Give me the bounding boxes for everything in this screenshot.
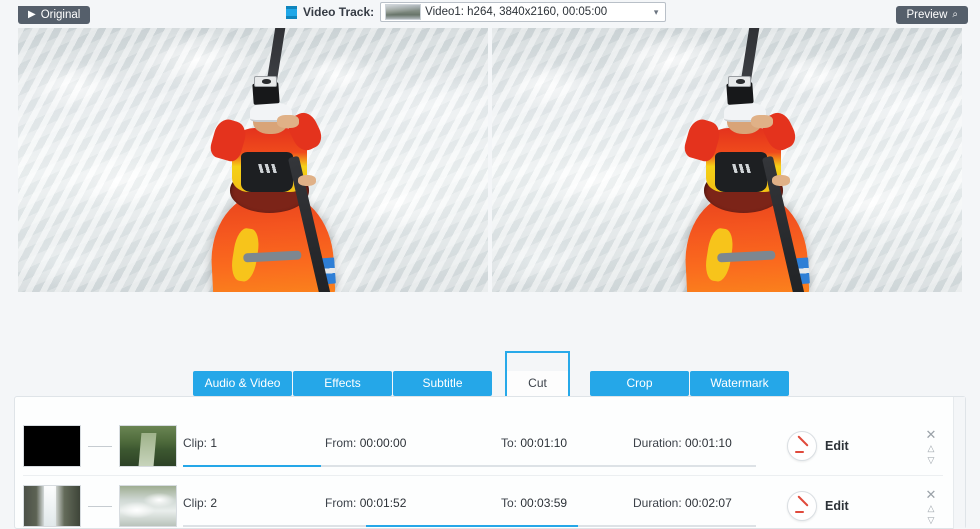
- top-bar: ▶ Original Video Track: Video1: h264, 38…: [0, 0, 980, 24]
- table-row[interactable]: Clip: 1 From: 00:00:00 To: 00:01:10 Dura…: [23, 417, 943, 475]
- gopro-camera: [253, 75, 278, 88]
- editor-tab-bar: Audio & Video Effects Subtitle Cut Crop …: [0, 371, 980, 397]
- preview-pane-label: Preview: [906, 9, 948, 21]
- gopro-lens: [262, 79, 272, 84]
- clip-to-label: To:: [501, 436, 518, 450]
- clip-range-bar: [183, 465, 756, 467]
- gopro-lens: [736, 79, 746, 84]
- vest-logo: [716, 163, 768, 173]
- thumbnail-separator: [88, 445, 112, 447]
- clip-index-value: 1: [210, 436, 218, 450]
- clip-thumbnails: [23, 425, 183, 467]
- triangle-up-icon[interactable]: △: [928, 443, 935, 453]
- clip-duration-label: Duration:: [633, 496, 682, 510]
- triangle-down-icon[interactable]: ▽: [928, 455, 935, 465]
- clip-row-controls: ✕ △ ▽: [919, 488, 943, 525]
- gopro-camera: [727, 75, 752, 88]
- triangle-down-icon[interactable]: ▽: [928, 515, 935, 525]
- transport-bar: 00:04:21 00:01:52 00:03:59 00:05:00 + ✂ …: [0, 292, 980, 350]
- clip-edit-control[interactable]: Edit: [787, 491, 919, 521]
- clip-to-value: 00:01:10: [520, 436, 568, 450]
- clip-to-value: 00:03:59: [520, 496, 568, 510]
- preview-pane-tag[interactable]: Preview ⌕: [896, 6, 968, 24]
- clip-to-field[interactable]: To: 00:03:59: [501, 496, 567, 510]
- video-editor-window: ▶ Original Video Track: Video1: h264, 38…: [0, 0, 980, 529]
- original-pane-label: Original: [40, 9, 81, 21]
- clip-end-thumbnail: [119, 425, 177, 467]
- clip-fields: Clip: 2 From: 00:01:52 To: 00:03:59 Dura…: [183, 485, 773, 527]
- pencil-icon[interactable]: [787, 431, 817, 461]
- clip-row-controls: ✕ △ ▽: [919, 428, 943, 465]
- close-x-icon[interactable]: ✕: [926, 488, 937, 501]
- film-strip-icon: [286, 5, 297, 19]
- video-preview-area: [0, 24, 980, 292]
- clip-duration-label: Duration:: [633, 436, 682, 450]
- original-video-frame: [18, 28, 488, 292]
- video-track-dropdown[interactable]: Video1: h264, 3840x2160, 00:05:00 ▾: [380, 2, 667, 22]
- paddler-upper-hand: [277, 115, 299, 129]
- clip-range-bar: [183, 525, 756, 527]
- clip-duration-field: Duration: 00:02:07: [633, 496, 732, 510]
- clip-list-panel: Clip: 1 From: 00:00:00 To: 00:01:10 Dura…: [14, 396, 966, 529]
- clip-from-field[interactable]: From: 00:01:52: [325, 496, 406, 510]
- clip-from-label: From:: [325, 436, 357, 450]
- clip-index-label: Clip:: [183, 436, 208, 450]
- clip-start-thumbnail: [23, 485, 81, 527]
- clip-edit-label: Edit: [825, 439, 849, 453]
- clip-fields: Clip: 1 From: 00:00:00 To: 00:01:10 Dura…: [183, 425, 773, 467]
- clip-to-label: To:: [501, 496, 518, 510]
- clip-from-label: From:: [325, 496, 357, 510]
- original-pane-tag[interactable]: ▶ Original: [18, 6, 91, 24]
- pencil-icon[interactable]: [787, 491, 817, 521]
- video-track-selector: Video Track: Video1: h264, 3840x2160, 00…: [286, 2, 667, 22]
- original-video-pane[interactable]: [18, 28, 488, 292]
- clip-row-divider: [23, 475, 943, 476]
- tab-effects[interactable]: Effects: [293, 371, 392, 396]
- paddler-vest: [241, 152, 294, 192]
- clip-from-value: 00:01:52: [359, 496, 407, 510]
- clip-index-value: 2: [210, 496, 218, 510]
- tab-subtitle[interactable]: Subtitle: [393, 371, 492, 396]
- clip-edit-label: Edit: [825, 499, 849, 513]
- clip-from-field[interactable]: From: 00:00:00: [325, 436, 406, 450]
- triangle-up-icon[interactable]: △: [928, 503, 935, 513]
- clip-to-field[interactable]: To: 00:01:10: [501, 436, 567, 450]
- paddler-lower-hand: [297, 174, 317, 187]
- paddler-lower-hand: [771, 174, 791, 187]
- clip-end-thumbnail: [119, 485, 177, 527]
- clip-index-field: Clip: 2: [183, 496, 217, 510]
- clip-range-bar-fill: [366, 525, 579, 527]
- clip-list-scrollbar[interactable]: [953, 397, 965, 529]
- magnifier-icon: ⌕: [952, 9, 958, 20]
- tab-watermark[interactable]: Watermark: [690, 371, 789, 396]
- close-x-icon[interactable]: ✕: [926, 428, 937, 441]
- tab-audio-video[interactable]: Audio & Video: [193, 371, 292, 396]
- table-row[interactable]: Clip: 2 From: 00:01:52 To: 00:03:59 Dura…: [23, 477, 943, 529]
- preview-video-frame: [492, 28, 962, 292]
- clip-from-value: 00:00:00: [359, 436, 407, 450]
- video-track-value: Video1: h264, 3840x2160, 00:05:00: [425, 6, 608, 18]
- preview-video-pane[interactable]: [492, 28, 962, 292]
- tab-crop[interactable]: Crop: [590, 371, 689, 396]
- paddler-upper-hand: [751, 115, 773, 129]
- clip-index-field: Clip: 1: [183, 436, 217, 450]
- clip-start-thumbnail: [23, 425, 81, 467]
- clip-duration-value: 00:01:10: [685, 436, 732, 450]
- thumbnail-separator: [88, 505, 112, 507]
- clip-edit-control[interactable]: Edit: [787, 431, 919, 461]
- clip-thumbnails: [23, 485, 183, 527]
- clip-duration-value: 00:02:07: [685, 496, 732, 510]
- vest-logo: [242, 163, 294, 173]
- clip-duration-field: Duration: 00:01:10: [633, 436, 732, 450]
- paddler-vest: [715, 152, 768, 192]
- chevron-down-icon[interactable]: ▾: [647, 7, 665, 18]
- clip-index-label: Clip:: [183, 496, 208, 510]
- video-track-thumbnail: [385, 4, 422, 20]
- video-track-label: Video Track:: [303, 5, 375, 19]
- play-triangle-icon: ▶: [28, 9, 36, 20]
- clip-range-bar-fill: [183, 465, 321, 467]
